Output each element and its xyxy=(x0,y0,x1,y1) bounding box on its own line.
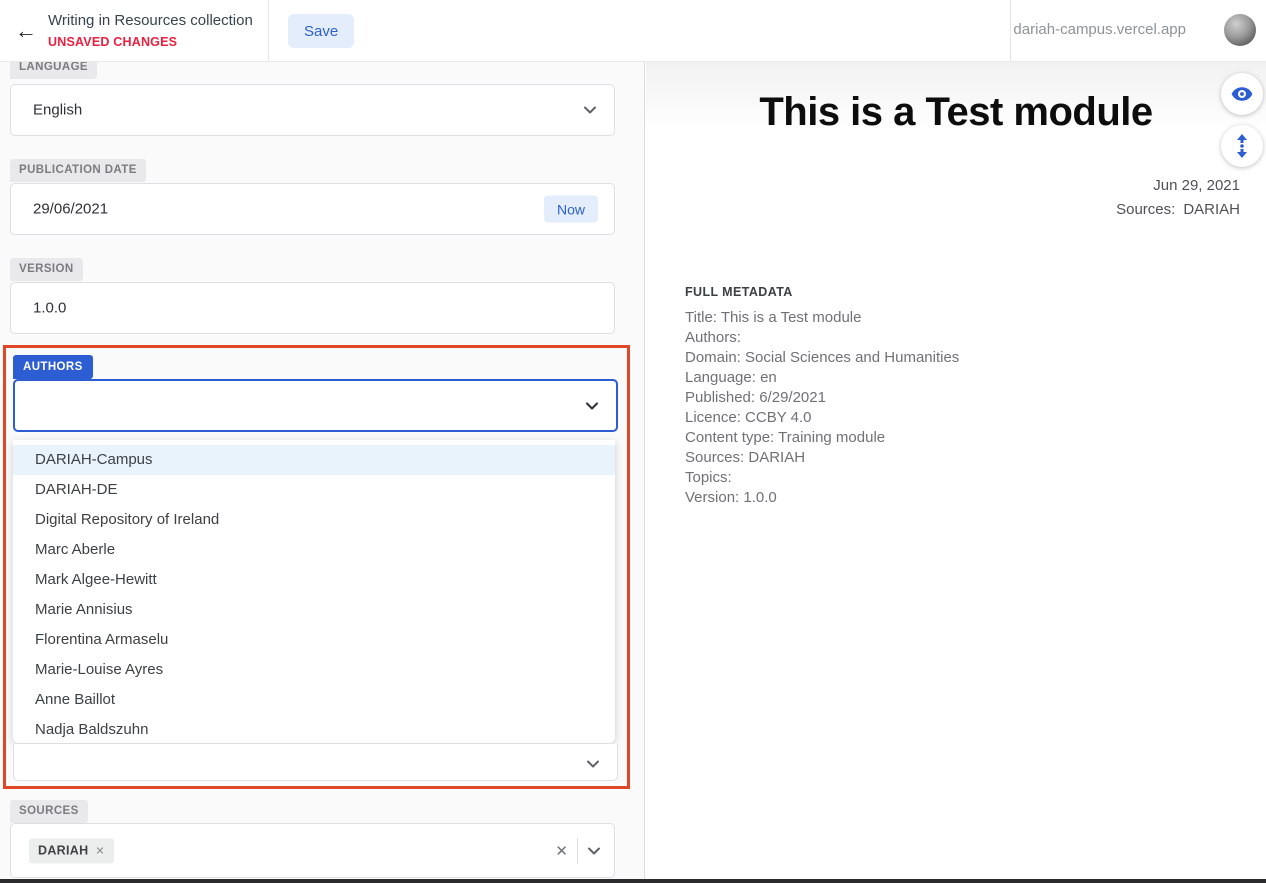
full-metadata-heading: FULL METADATA xyxy=(685,285,793,299)
avatar[interactable] xyxy=(1224,14,1256,46)
chevron-down-icon xyxy=(584,398,600,414)
obscured-select-field[interactable] xyxy=(13,744,618,781)
version-field-label: VERSION xyxy=(10,258,83,281)
language-value: English xyxy=(33,102,82,119)
metadata-line: Sources: DARIAH xyxy=(685,448,959,468)
language-field-label: LANGUAGE xyxy=(10,62,97,79)
author-option[interactable]: DARIAH-DE xyxy=(13,475,615,505)
metadata-line: Topics: xyxy=(685,468,959,488)
preview-sources-line: Sources: DARIAH xyxy=(1116,201,1240,218)
author-option[interactable]: Digital Repository of Ireland xyxy=(13,505,615,535)
site-url-link[interactable]: dariah-campus.vercel.app xyxy=(1013,21,1186,38)
authors-dropdown-list: DARIAH-CampusDARIAH-DEDigital Repository… xyxy=(13,440,615,743)
publication-date-input[interactable]: 29/06/2021 Now xyxy=(10,183,615,235)
field-separator xyxy=(577,838,578,864)
bottom-edge-bar xyxy=(0,879,1266,883)
author-option[interactable]: DARIAH-Campus xyxy=(13,445,615,475)
sources-select[interactable]: DARIAH ✕ ✕ xyxy=(10,823,615,878)
author-option[interactable]: Marc Aberle xyxy=(13,535,615,565)
source-tag-label: DARIAH xyxy=(38,843,88,857)
unsaved-changes-badge: UNSAVED CHANGES xyxy=(48,35,177,49)
metadata-line: Title: This is a Test module xyxy=(685,308,959,328)
authors-select[interactable] xyxy=(13,379,618,432)
preview-panel: This is a Test module Jun 29, 2021 Sourc… xyxy=(646,62,1266,883)
chevron-down-icon xyxy=(582,102,598,118)
author-option[interactable]: Mark Algee-Hewitt xyxy=(13,565,615,595)
authors-field-highlight: AUTHORS DARIAH-CampusDARIAH-DEDigital Re… xyxy=(3,345,630,789)
metadata-line: Content type: Training module xyxy=(685,428,959,448)
source-tag: DARIAH ✕ xyxy=(29,838,114,863)
save-button[interactable]: Save xyxy=(288,14,354,48)
metadata-line: Authors: xyxy=(685,328,959,348)
chevron-down-icon xyxy=(586,843,602,859)
author-option[interactable]: Anne Baillot xyxy=(13,685,615,715)
authors-field-label: AUTHORS xyxy=(13,355,93,379)
full-metadata-list: Title: This is a Test moduleAuthors:Doma… xyxy=(685,308,959,508)
clear-icon[interactable]: ✕ xyxy=(555,842,568,860)
metadata-line: Published: 6/29/2021 xyxy=(685,388,959,408)
chevron-down-icon xyxy=(585,756,601,772)
preview-page-title: This is a Test module xyxy=(646,90,1266,135)
author-option[interactable]: Marie-Louise Ayres xyxy=(13,655,615,685)
metadata-line: Licence: CCBY 4.0 xyxy=(685,408,959,428)
language-select[interactable]: English xyxy=(10,84,615,136)
up-down-arrows-icon xyxy=(1221,133,1263,159)
editor-form-panel: LANGUAGE English PUBLICATION DATE 29/06/… xyxy=(0,62,645,883)
preview-date: Jun 29, 2021 xyxy=(1153,177,1240,194)
top-bar: ← Writing in Resources collection UNSAVE… xyxy=(0,0,1266,62)
author-option[interactable]: Marie Annisius xyxy=(13,595,615,625)
header-divider xyxy=(1010,0,1011,62)
header-divider xyxy=(268,0,269,62)
now-button[interactable]: Now xyxy=(544,196,598,223)
metadata-line: Language: en xyxy=(685,368,959,388)
remove-tag-icon[interactable]: ✕ xyxy=(95,845,105,857)
preview-sources-label: Sources: xyxy=(1116,201,1175,218)
version-input[interactable]: 1.0.0 xyxy=(10,282,615,334)
version-value: 1.0.0 xyxy=(33,300,66,317)
back-arrow-icon: ← xyxy=(15,18,37,43)
author-option[interactable]: Florentina Armaselu xyxy=(13,625,615,655)
publication-date-value: 29/06/2021 xyxy=(33,201,108,218)
sources-field-label: SOURCES xyxy=(10,800,88,823)
preview-sources-value: DARIAH xyxy=(1183,201,1240,218)
metadata-line: Domain: Social Sciences and Humanities xyxy=(685,348,959,368)
author-option[interactable]: Nadja Baldszuhn xyxy=(13,715,615,743)
publication-date-field-label: PUBLICATION DATE xyxy=(10,159,146,182)
metadata-line: Version: 1.0.0 xyxy=(685,488,959,508)
document-title: Writing in Resources collection xyxy=(48,12,253,29)
back-button[interactable]: ← xyxy=(12,17,40,45)
